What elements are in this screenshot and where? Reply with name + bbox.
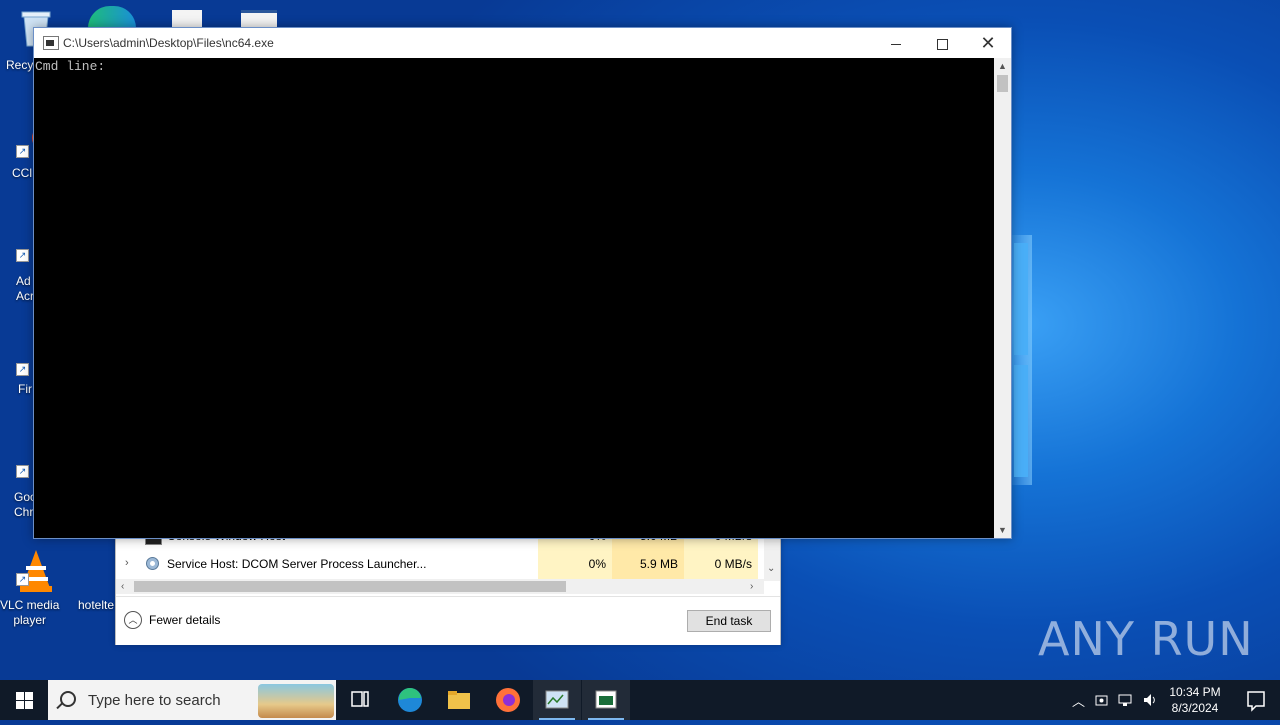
desktop-icon-label: VLC media player — [0, 598, 60, 627]
cpu-value: 0% — [538, 549, 612, 579]
shortcut-arrow-icon: ↗ — [16, 249, 29, 262]
console-output[interactable]: Cmd line: — [35, 59, 105, 74]
chevron-left-icon[interactable]: ‹ — [121, 579, 124, 594]
desktop-icon-label: Fir — [18, 382, 32, 396]
console-window[interactable]: C:\Users\admin\Desktop\Files\nc64.exe ✕ … — [33, 27, 1012, 539]
chevron-down-icon[interactable]: ⌄ — [767, 563, 775, 574]
chevron-up-icon: ︿ — [124, 611, 142, 629]
shortcut-arrow-icon: ↗ — [16, 573, 29, 586]
shortcut-arrow-icon: ↗ — [16, 363, 29, 376]
task-manager-icon — [545, 690, 569, 709]
desktop-icon-label: CCl — [12, 166, 32, 180]
task-view-button[interactable] — [336, 680, 384, 720]
chevron-right-icon[interactable]: › — [750, 579, 753, 594]
fewer-details-button[interactable]: ︿ Fewer details — [124, 611, 220, 629]
desktop-icon-label: Ad Acr — [16, 274, 34, 303]
search-highlight-image — [258, 684, 334, 718]
volume-icon[interactable] — [1142, 692, 1158, 708]
table-row[interactable]: › Service Host: DCOM Server Process Laun… — [116, 549, 764, 579]
shortcut-arrow-icon: ↗ — [16, 145, 29, 158]
minimize-button[interactable] — [873, 28, 919, 58]
task-manager-taskbar-button[interactable] — [533, 680, 581, 720]
desktop-icon-vlc[interactable]: ↗ VLC media player — [0, 548, 74, 627]
chevron-down-icon[interactable]: ▼ — [994, 523, 1011, 537]
firefox-icon — [496, 688, 520, 712]
clock-date: 8/3/2024 — [1171, 701, 1219, 715]
maximize-icon — [936, 38, 948, 50]
task-manager-footer: ︿ Fewer details End task — [116, 596, 780, 645]
horizontal-scrollbar[interactable]: ‹ › — [116, 579, 764, 594]
maximize-button[interactable] — [919, 28, 965, 58]
notification-icon — [1247, 691, 1265, 712]
task-view-icon — [351, 691, 369, 707]
notifications-button[interactable] — [1232, 680, 1280, 720]
document-icon — [172, 10, 202, 28]
chevron-up-icon[interactable]: ▲ — [994, 59, 1011, 73]
title-bar[interactable]: C:\Users\admin\Desktop\Files\nc64.exe ✕ — [34, 28, 1011, 58]
system-tray: ︿ — [1066, 680, 1162, 720]
search-box[interactable]: Type here to search — [48, 680, 336, 720]
console-taskbar-button[interactable] — [582, 680, 630, 720]
memory-value: 5.9 MB — [612, 549, 684, 579]
meet-now-icon[interactable] — [1094, 692, 1110, 708]
desktop-icon-label: Recy — [6, 58, 34, 72]
scrollbar-thumb[interactable] — [997, 75, 1008, 92]
close-icon: ✕ — [980, 33, 996, 53]
chevron-right-icon[interactable]: › — [125, 557, 129, 569]
vlc-icon: ↗ — [16, 548, 54, 592]
edge-taskbar-button[interactable] — [386, 680, 434, 720]
shortcut-arrow-icon: ↗ — [16, 465, 29, 478]
folder-icon — [448, 691, 470, 709]
firefox-taskbar-button[interactable] — [484, 680, 532, 720]
chevron-up-icon[interactable]: ︿ — [1072, 691, 1085, 710]
scrollbar-thumb[interactable] — [134, 581, 566, 592]
edge-icon — [398, 687, 422, 712]
search-icon — [60, 691, 76, 707]
console-scrollbar[interactable]: ▲ ▼ — [994, 58, 1011, 538]
process-name: Service Host: DCOM Server Process Launch… — [167, 557, 427, 571]
console-app-icon — [595, 690, 617, 709]
window-title: C:\Users\admin\Desktop\Files\nc64.exe — [63, 36, 274, 50]
disk-value: 0 MB/s — [684, 549, 758, 579]
system-clock[interactable]: 10:34 PM 8/3/2024 — [1162, 684, 1228, 716]
taskbar: Type here to search ︿ 10:34 PM 8/3/2024 — [0, 680, 1280, 720]
end-task-button[interactable]: End task — [687, 610, 771, 632]
edge-icon — [88, 6, 136, 28]
network-icon[interactable] — [1118, 692, 1134, 708]
start-button[interactable] — [0, 680, 48, 720]
desktop-icon-label: hotelte — [78, 598, 115, 612]
console-app-icon — [43, 36, 59, 50]
clock-time: 10:34 PM — [1169, 685, 1221, 699]
search-placeholder: Type here to search — [88, 692, 221, 709]
close-button[interactable]: ✕ — [965, 28, 1011, 58]
anyrun-watermark: ANY RUN — [1038, 612, 1254, 666]
file-explorer-button[interactable] — [435, 680, 483, 720]
gear-icon — [145, 556, 160, 571]
fewer-details-label: Fewer details — [149, 613, 221, 627]
minimize-icon — [891, 43, 901, 45]
